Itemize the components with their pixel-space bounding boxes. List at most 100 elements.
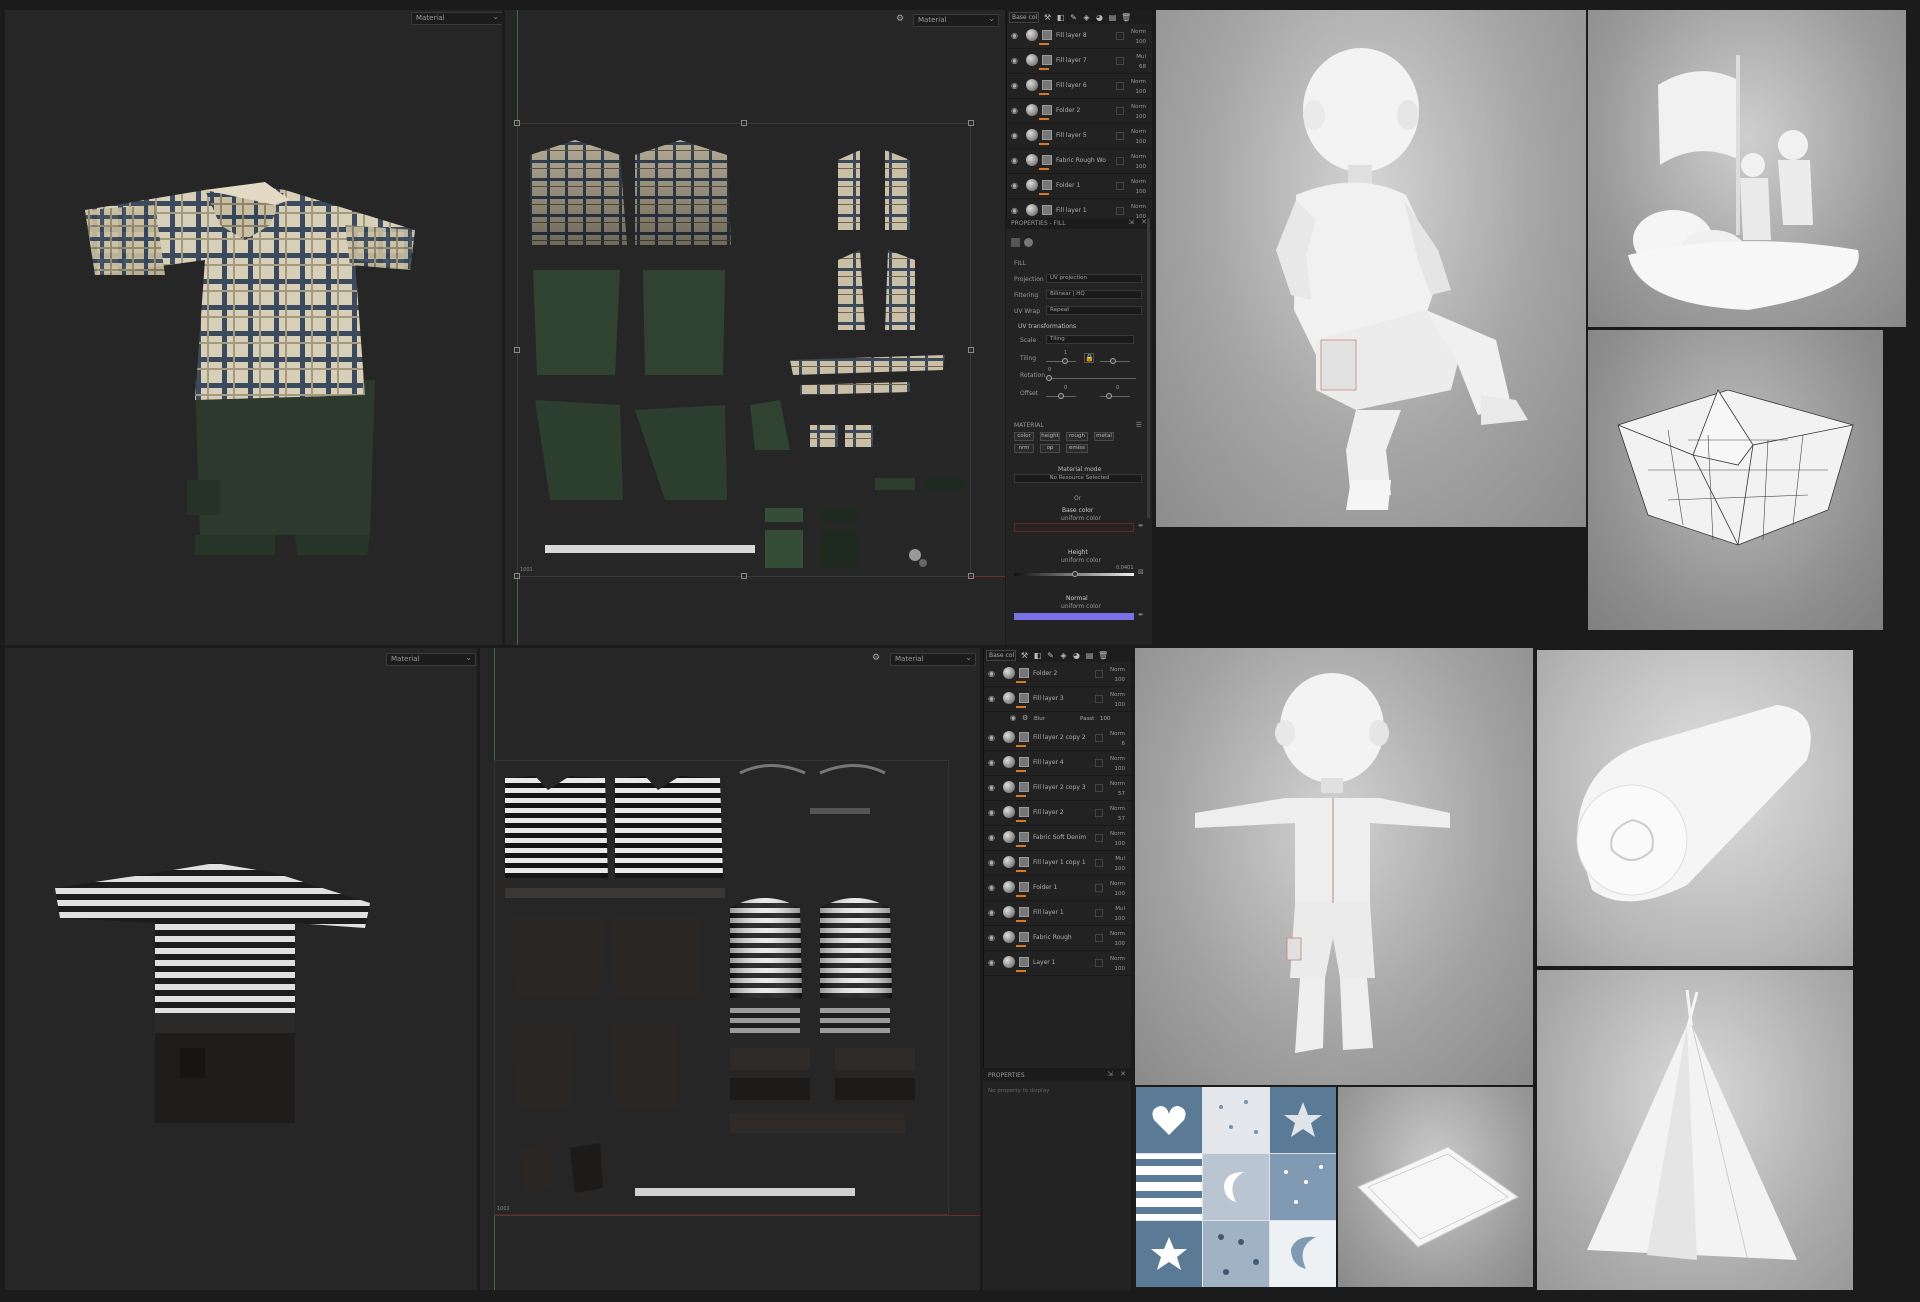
rotation-knob[interactable] — [1046, 375, 1052, 381]
layer-row[interactable]: ◉ Fill layer 4 Norm 100 — [984, 751, 1131, 776]
bottom-uv-viewport[interactable]: ⚙ Material 1001 — [480, 648, 980, 1290]
layer-checkbox[interactable] — [1095, 734, 1103, 742]
projection-select[interactable]: UV projection — [1046, 274, 1142, 283]
layer-opacity[interactable]: 100 — [1110, 700, 1126, 710]
layer-blend-opacity[interactable]: Norm 100 — [1131, 152, 1146, 172]
layer-checkbox[interactable] — [1116, 107, 1124, 115]
visibility-eye-icon[interactable]: ◉ — [988, 834, 997, 842]
properties-scrollbar[interactable] — [1147, 218, 1150, 518]
visibility-eye-icon[interactable]: ◉ — [988, 959, 997, 967]
properties-pin-icon[interactable]: ⇲ — [1107, 1070, 1113, 1078]
layer-checkbox[interactable] — [1095, 834, 1103, 842]
layer-opacity[interactable]: 57 — [1110, 789, 1125, 799]
channel-chip-rough[interactable]: rough — [1066, 432, 1088, 441]
uv-transformations-label[interactable]: UV transformations — [1018, 323, 1076, 330]
top-uv-viewport[interactable]: ⚙ Material 1001 — [505, 10, 1005, 645]
layer-checkbox[interactable] — [1095, 909, 1103, 917]
layer-row[interactable]: ◉ Fill layer 1 Mul 100 — [984, 901, 1131, 926]
layer-opacity[interactable]: 100 — [1131, 137, 1147, 147]
channel-select[interactable]: Base col — [986, 649, 1016, 661]
layer-blend-mode[interactable]: Norm — [1110, 665, 1125, 675]
layer-blend-mode[interactable]: Mul — [1136, 52, 1146, 62]
layer-checkbox[interactable] — [1095, 695, 1103, 703]
layer-row[interactable]: ◉ Fill layer 5 Norm 100 — [1007, 124, 1152, 149]
layer-checkbox[interactable] — [1116, 207, 1124, 215]
mask-icon[interactable]: ◧ — [1056, 13, 1065, 22]
visibility-eye-icon[interactable]: ◉ — [1011, 32, 1020, 40]
layer-mask-thumbnail[interactable] — [1042, 180, 1052, 190]
layer-mask-thumbnail[interactable] — [1042, 130, 1052, 140]
visibility-eye-icon[interactable]: ◉ — [1011, 157, 1020, 165]
layer-mask-thumbnail[interactable] — [1019, 857, 1029, 867]
layer-mask-thumbnail[interactable] — [1019, 732, 1029, 742]
properties-close-icon[interactable]: ✕ — [1120, 1070, 1126, 1078]
layer-mask-thumbnail[interactable] — [1019, 907, 1029, 917]
layer-row[interactable]: ◉ Fabric Rough Wo Norm 100 — [1007, 149, 1152, 174]
layer-blend-mode[interactable]: Norm — [1131, 102, 1146, 112]
layer-blend-mode[interactable]: Norm — [1131, 152, 1146, 162]
layer-checkbox[interactable] — [1095, 934, 1103, 942]
visibility-eye-icon[interactable]: ◉ — [1011, 207, 1020, 215]
eyedropper-icon[interactable]: ✒ — [1138, 522, 1144, 530]
channel-chip-op[interactable]: op — [1040, 444, 1060, 453]
layer-blend-opacity[interactable]: Norm 100 — [1131, 177, 1146, 197]
layer-opacity[interactable]: 100 — [1131, 162, 1147, 172]
layer-blend-mode[interactable]: Norm — [1110, 729, 1125, 739]
layer-row[interactable]: ◉ Fabric Rough Norm 100 — [984, 926, 1131, 951]
visibility-eye-icon[interactable]: ◉ — [988, 695, 997, 703]
layer-blend-opacity[interactable]: Norm 100 — [1110, 829, 1125, 849]
visibility-eye-icon[interactable]: ◉ — [988, 884, 997, 892]
layer-row[interactable]: ◉ Fabric Soft Denim Norm 100 — [984, 826, 1131, 851]
delete-icon[interactable]: 🗑 — [1121, 13, 1131, 22]
layer-blend-mode[interactable]: Norm — [1110, 779, 1125, 789]
brush-icon[interactable]: ✎ — [1069, 13, 1078, 22]
layer-blend-mode[interactable]: Norm — [1110, 879, 1125, 889]
folder-icon[interactable]: ▤ — [1085, 651, 1094, 660]
layer-checkbox[interactable] — [1095, 859, 1103, 867]
channel-chip-color[interactable]: color — [1014, 432, 1034, 441]
offset-knob-1[interactable] — [1058, 393, 1064, 399]
layer-checkbox[interactable] — [1095, 759, 1103, 767]
layer-opacity[interactable]: 100 — [1115, 914, 1126, 924]
layer-mask-thumbnail[interactable] — [1042, 105, 1052, 115]
layer-row[interactable]: ◉ Fill layer 6 Norm 100 — [1007, 74, 1152, 99]
layer-mask-thumbnail[interactable] — [1019, 693, 1029, 703]
visibility-eye-icon[interactable]: ◉ — [988, 670, 997, 678]
layer-row[interactable]: ◉ Folder 2 Norm 100 — [984, 662, 1131, 687]
layer-opacity[interactable]: 100 — [1131, 112, 1147, 122]
layer-row[interactable]: ◉ Fill layer 2 Norm 57 — [984, 801, 1131, 826]
layer-opacity[interactable]: 57 — [1110, 814, 1125, 824]
tiling-knob[interactable] — [1062, 358, 1068, 364]
layer-opacity[interactable]: 6 — [1110, 739, 1126, 749]
eye-icon[interactable]: ◉ — [1010, 714, 1016, 722]
layer-blend-opacity[interactable]: Norm 100 — [1110, 665, 1125, 685]
layer-blend-mode[interactable]: Norm — [1131, 177, 1146, 187]
layer-opacity[interactable]: 100 — [1115, 864, 1126, 874]
layer-checkbox[interactable] — [1116, 82, 1124, 90]
layer-checkbox[interactable] — [1095, 809, 1103, 817]
layer-row[interactable]: ◉ Fill layer 2 copy 3 Norm 57 — [984, 776, 1131, 801]
filtering-select[interactable]: Bilinear | HQ — [1046, 290, 1142, 299]
fill-icon[interactable]: ◈ — [1059, 651, 1068, 660]
layer-checkbox[interactable] — [1116, 57, 1124, 65]
layer-blend-mode[interactable]: Norm — [1131, 77, 1146, 87]
channel-chip-nrm[interactable]: nrm — [1014, 444, 1034, 453]
visibility-eye-icon[interactable]: ◉ — [988, 909, 997, 917]
layer-opacity[interactable]: 100 — [1110, 889, 1126, 899]
channel-chip-emiss[interactable]: emiss — [1066, 444, 1088, 453]
uvwrap-select[interactable]: Repeat — [1046, 306, 1142, 315]
layer-mask-thumbnail[interactable] — [1042, 80, 1052, 90]
layer-row[interactable]: ◉ Fill layer 7 Mul 68 — [1007, 49, 1152, 74]
layer-opacity[interactable]: 100 — [1131, 37, 1147, 47]
visibility-eye-icon[interactable]: ◉ — [1011, 107, 1020, 115]
layer-blend-opacity[interactable]: Norm 100 — [1110, 954, 1125, 974]
layer-row[interactable]: ◉ Layer 1 Norm 100 — [984, 951, 1131, 976]
layer-blend-mode[interactable]: Norm — [1131, 202, 1146, 212]
smart-material-icon[interactable]: ◕ — [1095, 13, 1104, 22]
layer-mask-thumbnail[interactable] — [1019, 957, 1029, 967]
visibility-eye-icon[interactable]: ◉ — [1011, 57, 1020, 65]
visibility-eye-icon[interactable]: ◉ — [988, 859, 997, 867]
layer-blend-mode[interactable]: Norm — [1131, 27, 1146, 37]
layer-mask-thumbnail[interactable] — [1042, 155, 1052, 165]
visibility-eye-icon[interactable]: ◉ — [988, 809, 997, 817]
